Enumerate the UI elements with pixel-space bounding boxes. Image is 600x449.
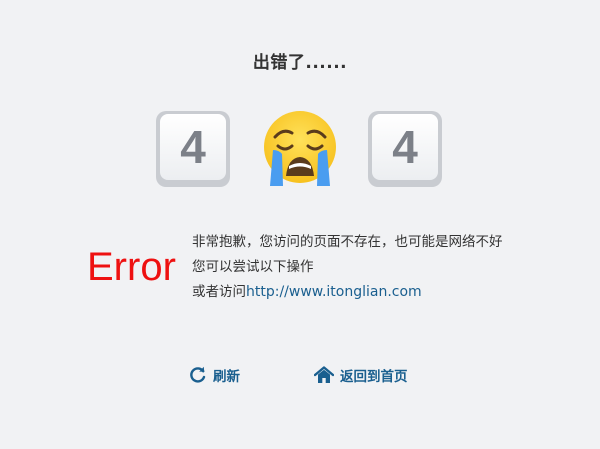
crying-face-icon — [264, 111, 336, 186]
home-label: 返回到首页 — [340, 369, 408, 385]
home-button[interactable]: 返回到首页 — [314, 364, 408, 386]
message-line-2: 您可以尝试以下操作 — [192, 259, 314, 275]
digit-right: 4 — [372, 114, 438, 180]
refresh-label: 刷新 — [213, 369, 240, 385]
digit-key-left: 4 — [156, 111, 230, 187]
error-heading: Error — [87, 245, 176, 289]
message-prefix: 或者访问 — [192, 284, 246, 300]
page-title: 出错了...... — [252, 53, 348, 73]
refresh-icon — [190, 366, 206, 383]
refresh-button[interactable]: 刷新 — [189, 364, 240, 386]
site-link[interactable]: http://www.itonglian.com — [246, 284, 422, 300]
message-line-1: 非常抱歉，您访问的页面不存在，也可能是网络不好 — [192, 234, 503, 250]
digit-key-right: 4 — [368, 111, 442, 187]
home-icon — [314, 366, 334, 383]
digit-left: 4 — [160, 114, 226, 180]
message-line-3: 或者访问http://www.itonglian.com — [192, 280, 503, 305]
error-message: 非常抱歉，您访问的页面不存在，也可能是网络不好 您可以尝试以下操作 或者访问ht… — [192, 230, 503, 305]
